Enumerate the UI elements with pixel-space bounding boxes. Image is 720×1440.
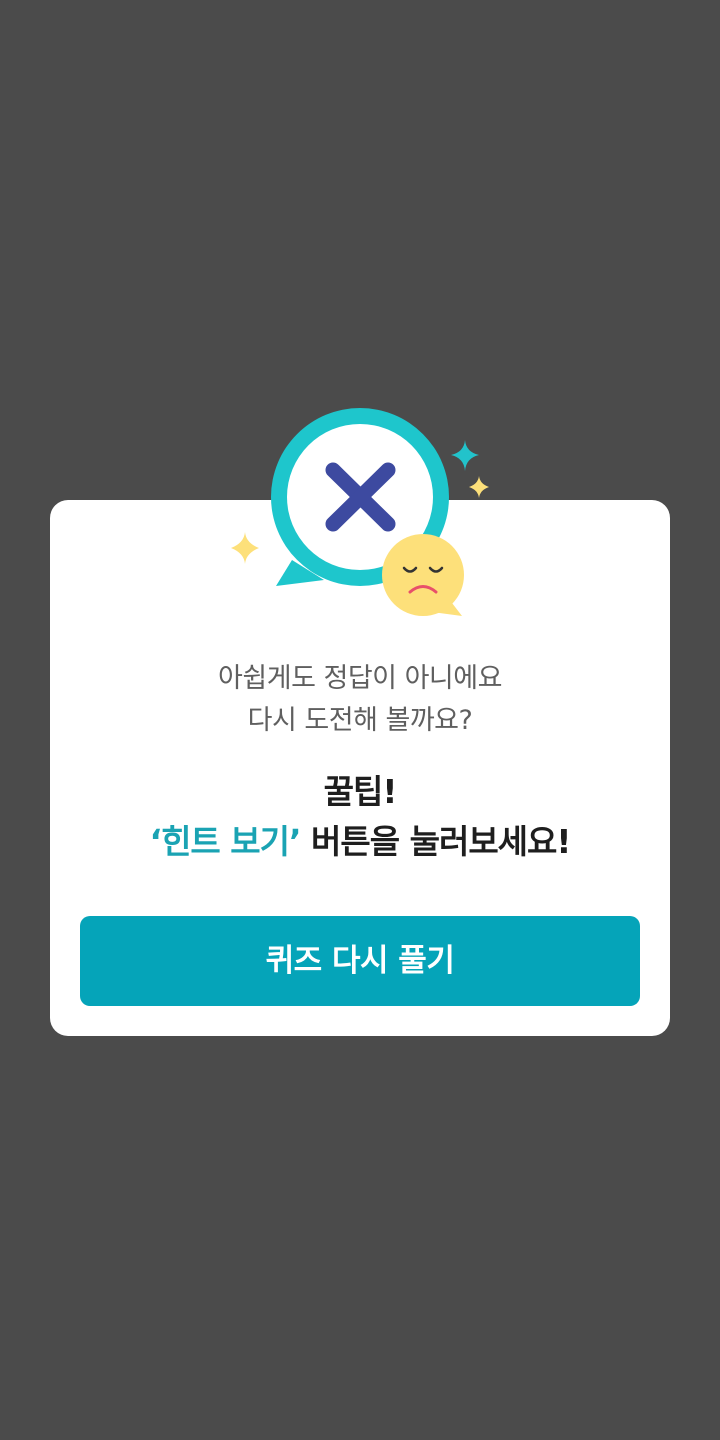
retry-quiz-button[interactable]: 퀴즈 다시 풀기 bbox=[80, 916, 640, 1006]
tip-title: 꿀팁! bbox=[323, 772, 398, 811]
result-message-line-1: 아쉽게도 정답이 아니에요 bbox=[218, 663, 502, 694]
sad-face-icon bbox=[382, 534, 464, 616]
sparkle-icon bbox=[469, 476, 489, 498]
tip-message-text: 버튼을 눌러보세요! bbox=[300, 822, 571, 861]
tip-message: ‘힌트 보기’ 버튼을 눌러보세요! bbox=[50, 818, 670, 866]
sparkle-icon bbox=[231, 532, 259, 564]
result-message-line-2: 다시 도전해 볼까요? bbox=[247, 705, 473, 736]
wrong-answer-illustration bbox=[231, 408, 489, 616]
sparkle-icon bbox=[451, 440, 479, 471]
hint-button-reference: ‘힌트 보기’ bbox=[149, 822, 302, 861]
